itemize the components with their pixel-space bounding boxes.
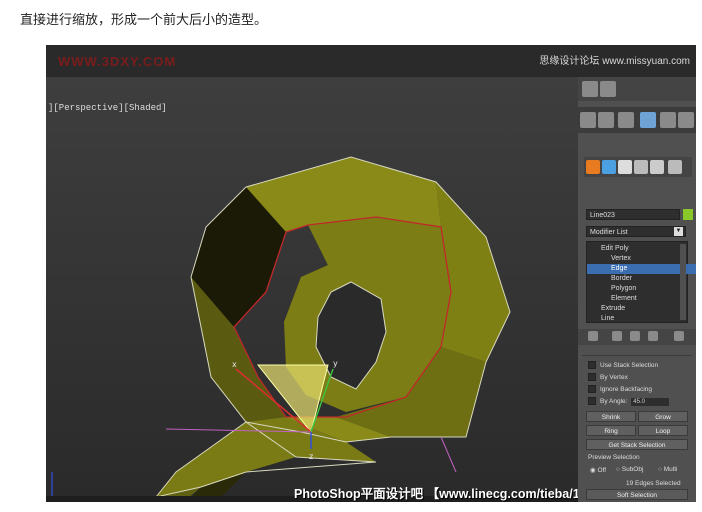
shrink-button[interactable]: Shrink [586,411,636,422]
perspective-viewport[interactable]: ][Perspective][Shaded] x y z [46,77,578,502]
remove-modifier-icon[interactable] [648,331,658,341]
curve-editor-icon[interactable] [640,112,656,128]
gizmo-z-label: z [309,452,313,461]
soft-selection-rollout[interactable]: Soft Selection [586,489,688,500]
preview-selection-label: Preview Selection [588,454,640,461]
move-icon[interactable] [600,81,616,97]
motion-tab-icon[interactable] [634,160,648,174]
ring-button[interactable]: Ring [586,425,636,436]
use-stack-selection-checkbox[interactable] [588,361,596,370]
chevron-down-icon: ▼ [674,227,683,236]
modify-tab-icon[interactable] [602,160,616,174]
ignore-backfacing-row[interactable]: Ignore Backfacing [588,385,652,395]
preview-multi-radio[interactable]: ○ Multi [658,466,677,473]
select-icon[interactable] [582,81,598,97]
stack-scrollbar[interactable] [680,244,686,320]
modifier-stack[interactable]: Edit Poly Vertex Edge Border Polygon Ele… [586,241,696,323]
gizmo-y-label: y [333,359,338,368]
material-editor-icon[interactable] [678,112,694,128]
object-color-swatch[interactable] [683,209,693,220]
pin-stack-icon[interactable] [588,331,598,341]
stack-item-edit-poly[interactable]: Edit Poly [587,244,691,254]
object-name-field[interactable]: Line023 [586,209,680,220]
schematic-icon[interactable] [660,112,676,128]
angle-spinner[interactable]: 45.0 [631,398,670,406]
bottom-watermark: PhotoShop平面设计吧 【www.linecg.com/tieba/178… [294,487,614,501]
align-icon[interactable] [598,112,614,128]
use-stack-selection-row[interactable]: Use Stack Selection [588,361,658,371]
modifier-list-label: Modifier List [590,229,628,236]
preview-off-radio[interactable]: ◉ Off [590,466,606,474]
layer-icon[interactable] [618,112,634,128]
by-angle-row[interactable]: By Angle: 45.0 [588,397,670,407]
preview-subobj-radio[interactable]: ○ SubObj [616,466,643,473]
create-tab-icon[interactable] [586,160,600,174]
command-panel: Line023 Modifier List ▼ Edit Poly Vertex… [578,77,696,502]
secondary-toolbar [578,107,696,133]
stack-toolbar [578,329,696,345]
grow-button[interactable]: Grow [638,411,688,422]
divider [582,355,692,356]
mesh-model[interactable]: x y z [46,77,578,502]
by-angle-checkbox[interactable] [588,397,596,406]
max-screenshot: WWW.3DXY.COM 思缘设计论坛 www.missyuan.com ][P… [46,45,696,502]
stack-item-line[interactable]: Line [587,314,691,322]
configure-sets-icon[interactable] [674,331,684,341]
modifier-list-dropdown[interactable]: Modifier List ▼ [586,226,686,237]
by-vertex-checkbox[interactable] [588,373,596,382]
stack-item-extrude[interactable]: Extrude [587,304,691,314]
make-unique-icon[interactable] [630,331,640,341]
watermark-left: WWW.3DXY.COM [58,54,177,69]
gizmo-x-label: x [232,360,237,369]
main-toolbar [578,77,696,101]
world-axis-line-2 [440,436,457,473]
watermark-right: 思缘设计论坛 www.missyuan.com [539,56,690,67]
display-tab-icon[interactable] [650,160,664,174]
selection-status: 19 Edges Selected [626,480,681,487]
page-caption: 直接进行缩放，形成一个前大后小的造型。 [20,13,268,28]
get-stack-selection-button[interactable]: Get Stack Selection [586,439,688,450]
mirror-icon[interactable] [580,112,596,128]
panel-tabs [584,157,692,177]
show-end-result-icon[interactable] [612,331,622,341]
hierarchy-tab-icon[interactable] [618,160,632,174]
title-bar: WWW.3DXY.COM 思缘设计论坛 www.missyuan.com [46,45,696,77]
ignore-backfacing-checkbox[interactable] [588,385,596,394]
loop-button[interactable]: Loop [638,425,688,436]
by-vertex-row[interactable]: By Vertex [588,373,628,383]
utilities-tab-icon[interactable] [668,160,682,174]
